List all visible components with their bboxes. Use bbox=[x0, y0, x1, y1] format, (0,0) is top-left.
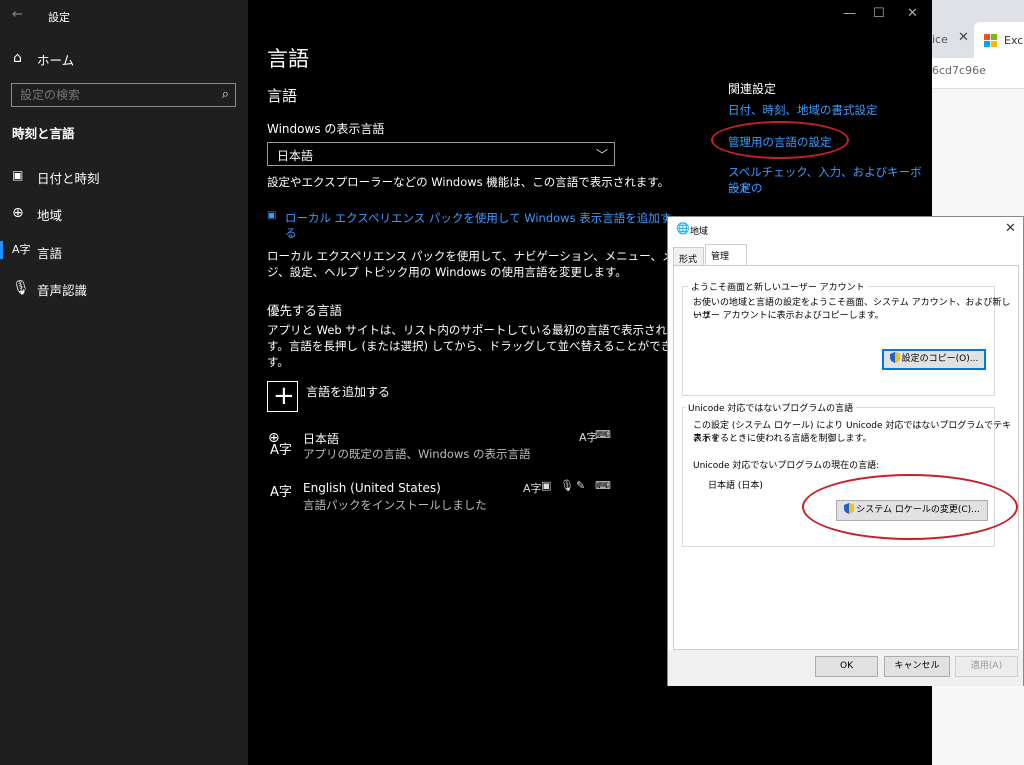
tab-label: 形式 bbox=[679, 255, 698, 265]
current-language-label: Unicode 対応でないプログラムの現在の言語: bbox=[693, 461, 880, 471]
language-name: English (United States) bbox=[303, 481, 441, 495]
nav-home[interactable]: ホーム bbox=[37, 50, 74, 69]
link-spelling-typing-keyboard[interactable]: スペルチェック、入力、およびキーボードの bbox=[728, 164, 932, 196]
display-language-value: 日本語 bbox=[277, 149, 314, 163]
plus-icon: + bbox=[273, 381, 295, 411]
tab-administrative[interactable]: 管理 bbox=[705, 244, 747, 265]
close-dialog-icon[interactable]: ✕ bbox=[1005, 221, 1016, 236]
uac-shield-icon bbox=[889, 352, 900, 363]
display-language-label: Windows の表示言語 bbox=[267, 122, 385, 136]
sidebar-item-region[interactable]: 地域 bbox=[37, 205, 62, 224]
red-annotation-circle bbox=[711, 121, 849, 159]
chevron-down-icon: ﹀ bbox=[596, 148, 609, 162]
dialog-footer: OK キャンセル 適用(A) bbox=[668, 650, 1023, 686]
language-glyph-icon: A字 bbox=[270, 485, 292, 500]
button-label: 設定のコピー(O)... bbox=[901, 354, 979, 364]
preferred-languages-title: 優先する言語 bbox=[267, 303, 343, 318]
group-description-line2: 表示するときに使われる言語を制御します。 bbox=[693, 434, 872, 444]
section-subtitle: 言語 bbox=[267, 87, 298, 105]
add-language-button[interactable]: + bbox=[267, 381, 298, 412]
settings-search-box[interactable]: ⌕ bbox=[11, 83, 236, 107]
lxp-description-line1: ローカル エクスペリエンス パックを使用して、ナビゲーション、メニュー、メッセー bbox=[267, 249, 708, 263]
sidebar-item-language[interactable]: 言語 bbox=[37, 243, 62, 262]
close-window-icon[interactable]: ✕ bbox=[907, 6, 918, 21]
tab-panel: ようこそ画面と新しいユーザー アカウント お使いの地域と言語の設定をようこそ画面… bbox=[673, 265, 1019, 650]
region-dialog: 🌐 地域 ✕ 形式 管理 ようこそ画面と新しいユーザー アカウント お使いの地域… bbox=[667, 216, 1024, 686]
tab-label: 管理 bbox=[711, 252, 730, 262]
link-date-time-format[interactable]: 日付、時刻、地域の書式設定 bbox=[728, 102, 878, 118]
home-icon: ⌂ bbox=[13, 50, 22, 66]
lxp-link[interactable]: ローカル エクスペリエンス パックを使用して Windows 表示言語を追加す bbox=[285, 210, 671, 226]
ok-button[interactable]: OK bbox=[815, 656, 878, 677]
language-desc: 言語パックをインストールしました bbox=[303, 498, 487, 512]
browser-tabstrip: ice ✕ Excel bbox=[930, 0, 1024, 58]
browser-tab-title: ice bbox=[932, 33, 948, 46]
group-title: ようこそ画面と新しいユーザー アカウント bbox=[688, 280, 868, 293]
display-language-dropdown[interactable]: 日本語 ﹀ bbox=[267, 142, 615, 166]
lxp-link-wrap[interactable]: る bbox=[285, 225, 297, 241]
settings-nav-pane: ← 設定 ⌂ ホーム ⌕ 時刻と言語 ▣ 日付と時刻 ⊕ 地域 A字 言語 🎙 … bbox=[0, 0, 248, 765]
maximize-icon[interactable]: ☐ bbox=[873, 6, 885, 21]
tab-format[interactable]: 形式 bbox=[673, 247, 704, 265]
browser-address-bar[interactable]: 6cd7c96e bbox=[930, 58, 1024, 88]
add-language-label[interactable]: 言語を追加する bbox=[306, 383, 390, 400]
globe-icon: 🌐 bbox=[676, 222, 690, 235]
handwriting-icon: ✎ bbox=[576, 479, 586, 492]
preferred-description-line2: す。言語を長押し (または選択) してから、ドラッグして並べ替えることができま bbox=[267, 339, 684, 353]
search-input[interactable] bbox=[12, 84, 202, 106]
dialog-title: 地域 bbox=[690, 227, 709, 237]
calendar-icon: ▣ bbox=[12, 168, 24, 182]
window-title: 設定 bbox=[48, 11, 70, 24]
browser-tab-title: Excel bbox=[1004, 34, 1024, 47]
language-name: 日本語 bbox=[303, 432, 340, 446]
copy-settings-button[interactable]: 設定のコピー(O)... bbox=[882, 349, 986, 370]
close-tab-icon[interactable]: ✕ bbox=[958, 30, 969, 45]
link-spelling-typing-keyboard-wrap[interactable]: 設定 bbox=[728, 180, 751, 196]
language-icon: A字 bbox=[12, 243, 31, 256]
browser-tab[interactable]: ice ✕ bbox=[930, 22, 974, 58]
language-glyph-icon: A字 bbox=[270, 443, 292, 458]
store-icon: ▣ bbox=[267, 210, 277, 221]
cancel-button[interactable]: キャンセル bbox=[884, 656, 950, 677]
sidebar-item-date-time[interactable]: 日付と時刻 bbox=[37, 168, 100, 187]
apply-button[interactable]: 適用(A) bbox=[955, 656, 1018, 677]
globe-icon: ⊕ bbox=[12, 205, 24, 221]
language-desc: アプリの既定の言語、Windows の表示言語 bbox=[303, 447, 531, 461]
sidebar-item-speech[interactable]: 音声認識 bbox=[37, 280, 87, 299]
address-text: 6cd7c96e bbox=[932, 64, 986, 77]
group-title: Unicode 対応ではないプログラムの言語 bbox=[685, 401, 857, 414]
related-settings-title: 関連設定 bbox=[728, 82, 777, 96]
minimize-icon[interactable]: — bbox=[843, 6, 856, 21]
microphone-icon: 🎙 bbox=[560, 479, 574, 492]
lxp-description-line2: ジ、設定、ヘルプ トピック用の Windows の使用言語を変更します。 bbox=[267, 265, 627, 279]
microsoft-logo-icon bbox=[984, 34, 998, 48]
display-language-capability-icon: A字 bbox=[523, 482, 542, 495]
preferred-description-line3: す。 bbox=[267, 355, 289, 369]
microphone-icon: 🎙 bbox=[12, 280, 30, 296]
keyboard-icon: ⌨ bbox=[595, 479, 611, 492]
group-description-line2: ーザー アカウントに表示およびコピーします。 bbox=[693, 311, 884, 321]
current-language-value: 日本語 (日本) bbox=[708, 481, 763, 491]
keyboard-icon: ⌨ bbox=[595, 428, 611, 441]
back-arrow-icon[interactable]: ← bbox=[12, 8, 23, 22]
red-annotation-circle bbox=[802, 474, 1018, 540]
page-title: 言語 bbox=[267, 47, 309, 71]
search-icon[interactable]: ⌕ bbox=[222, 87, 229, 102]
preferred-description-line1: アプリと Web サイトは、リスト内のサポートしている最初の言語で表示されま bbox=[267, 323, 679, 337]
browser-tab-active[interactable]: Excel bbox=[974, 22, 1024, 58]
selected-indicator bbox=[0, 241, 3, 259]
display-language-description: 設定やエクスプローラーなどの Windows 機能は、この言語で表示されます。 bbox=[267, 175, 670, 189]
text-to-speech-icon: ▣ bbox=[541, 479, 552, 492]
nav-section-title: 時刻と言語 bbox=[12, 126, 75, 141]
